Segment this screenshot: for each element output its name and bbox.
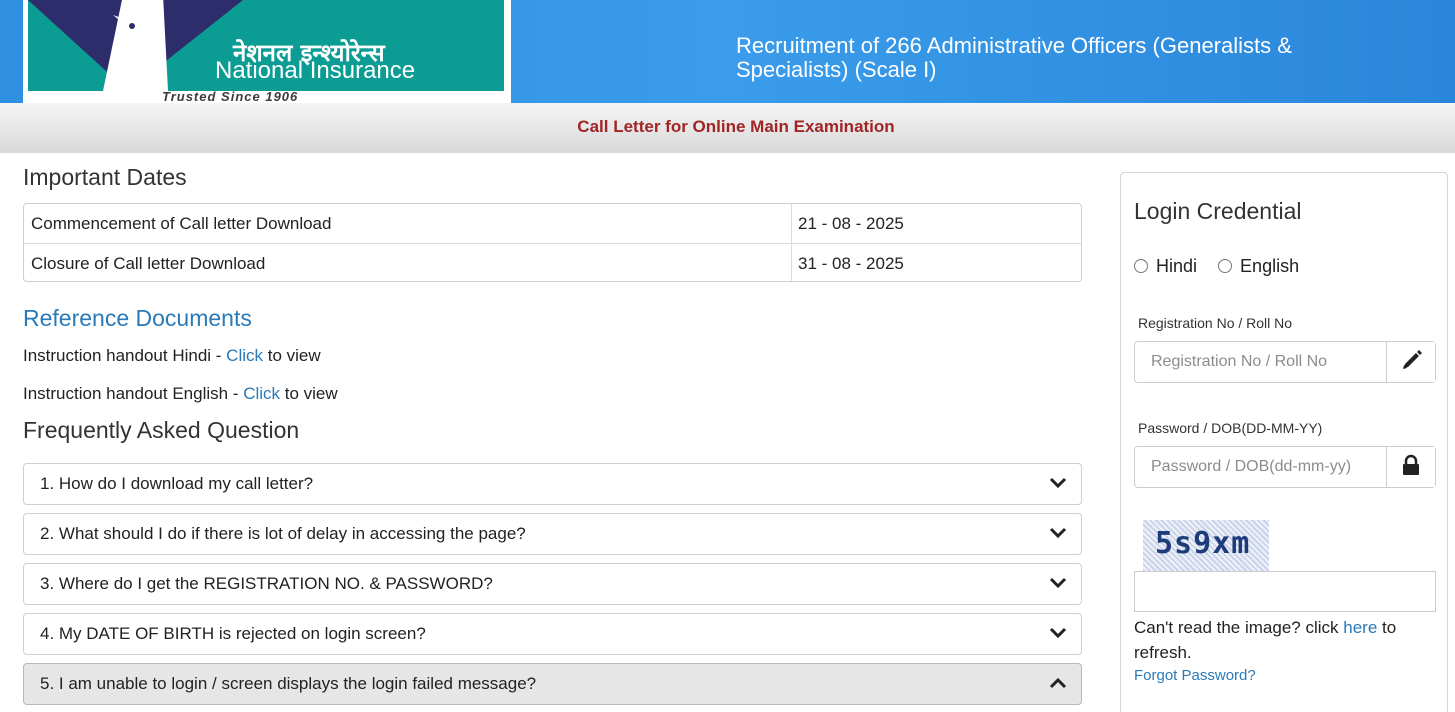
date-label: Closure of Call letter Download bbox=[31, 254, 266, 273]
page-header: नेशनल इन्श्योरेन्स National Insurance Tr… bbox=[0, 0, 1455, 104]
table-row: Commencement of Call letter Download 21 … bbox=[24, 204, 1081, 243]
language-selector: Hindi English bbox=[1134, 256, 1299, 277]
date-value: 21 - 08 - 2025 bbox=[798, 214, 904, 233]
logo-english-text: National Insurance bbox=[215, 57, 416, 84]
chevron-down-icon bbox=[1049, 527, 1067, 539]
captcha-image: 5s9xm bbox=[1143, 520, 1269, 571]
registration-addon bbox=[1386, 342, 1435, 382]
faq-item-1[interactable]: 1. How do I download my call letter? bbox=[23, 463, 1082, 505]
login-panel: Login Credential Hindi English Registrat… bbox=[1120, 172, 1448, 712]
captcha-help: Can't read the image? click here to refr… bbox=[1134, 615, 1434, 665]
important-dates-table: Commencement of Call letter Download 21 … bbox=[23, 203, 1082, 282]
captcha-input[interactable] bbox=[1134, 571, 1436, 612]
chevron-down-icon bbox=[1049, 477, 1067, 489]
hindi-handout-link[interactable]: Click bbox=[226, 346, 263, 365]
chevron-up-icon bbox=[1049, 677, 1067, 689]
reference-documents-heading: Reference Documents bbox=[23, 305, 252, 331]
captcha-help-text: Can't read the image? click bbox=[1134, 618, 1344, 637]
radio-english[interactable]: English bbox=[1218, 256, 1299, 276]
radio-button[interactable] bbox=[1134, 259, 1148, 273]
lock-icon bbox=[1403, 454, 1419, 475]
reference-item-english: Instruction handout English - Click to v… bbox=[23, 384, 338, 404]
date-label: Commencement of Call letter Download bbox=[31, 214, 332, 233]
faq-question: 5. I am unable to login / screen display… bbox=[40, 674, 537, 693]
subtitle-text: Call Letter for Online Main Examination bbox=[577, 117, 895, 136]
english-handout-link[interactable]: Click bbox=[243, 384, 280, 403]
radio-label: Hindi bbox=[1156, 256, 1198, 276]
logo-background: नेशनल इन्श्योरेन्स National Insurance bbox=[28, 0, 504, 91]
reference-suffix: to view bbox=[263, 346, 321, 365]
reference-label: Instruction handout English - bbox=[23, 384, 244, 403]
password-input[interactable] bbox=[1135, 447, 1387, 487]
faq-item-5[interactable]: 5. I am unable to login / screen display… bbox=[23, 663, 1082, 705]
logo-tagline: Trusted Since 1906 bbox=[162, 89, 299, 104]
reference-item-hindi: Instruction handout Hindi - Click to vie… bbox=[23, 346, 321, 366]
date-value: 31 - 08 - 2025 bbox=[798, 254, 904, 273]
reference-suffix: to view bbox=[280, 384, 338, 403]
faq-question: 1. How do I download my call letter? bbox=[40, 474, 314, 493]
registration-label: Registration No / Roll No bbox=[1138, 315, 1293, 331]
registration-input-group bbox=[1134, 341, 1436, 383]
password-addon bbox=[1386, 447, 1435, 487]
chevron-down-icon bbox=[1049, 627, 1067, 639]
faq-question: 4. My DATE OF BIRTH is rejected on login… bbox=[40, 624, 426, 643]
faq-question: 2. What should I do if there is lot of d… bbox=[40, 524, 526, 543]
national-insurance-logo: नेशनल इन्श्योरेन्स National Insurance Tr… bbox=[23, 0, 511, 104]
registration-input[interactable] bbox=[1135, 342, 1387, 382]
subtitle-bar: Call Letter for Online Main Examination bbox=[0, 103, 1455, 153]
login-title: Login Credential bbox=[1134, 198, 1302, 224]
faq-question: 3. Where do I get the REGISTRATION NO. &… bbox=[40, 574, 493, 593]
chevron-down-icon bbox=[1049, 577, 1067, 589]
reference-label: Instruction handout Hindi - bbox=[23, 346, 227, 365]
table-row: Closure of Call letter Download 31 - 08 … bbox=[24, 243, 1081, 281]
faq-item-3[interactable]: 3. Where do I get the REGISTRATION NO. &… bbox=[23, 563, 1082, 605]
password-label: Password / DOB(DD-MM-YY) bbox=[1138, 420, 1323, 436]
pencil-icon bbox=[1403, 350, 1422, 369]
page-title: Recruitment of 266 Administrative Office… bbox=[736, 33, 1292, 82]
faq-item-4[interactable]: 4. My DATE OF BIRTH is rejected on login… bbox=[23, 613, 1082, 655]
forgot-password-link[interactable]: Forgot Password? bbox=[1134, 667, 1256, 684]
radio-label: English bbox=[1240, 256, 1300, 276]
radio-button[interactable] bbox=[1218, 259, 1233, 273]
radio-hindi[interactable]: Hindi bbox=[1134, 256, 1197, 276]
faq-item-2[interactable]: 2. What should I do if there is lot of d… bbox=[23, 513, 1082, 555]
captcha-text: 5s9xm bbox=[1155, 526, 1251, 561]
password-input-group bbox=[1134, 446, 1436, 488]
faq-heading: Frequently Asked Question bbox=[23, 417, 300, 443]
important-dates-heading: Important Dates bbox=[23, 164, 187, 190]
captcha-refresh-link[interactable]: here bbox=[1343, 618, 1377, 637]
